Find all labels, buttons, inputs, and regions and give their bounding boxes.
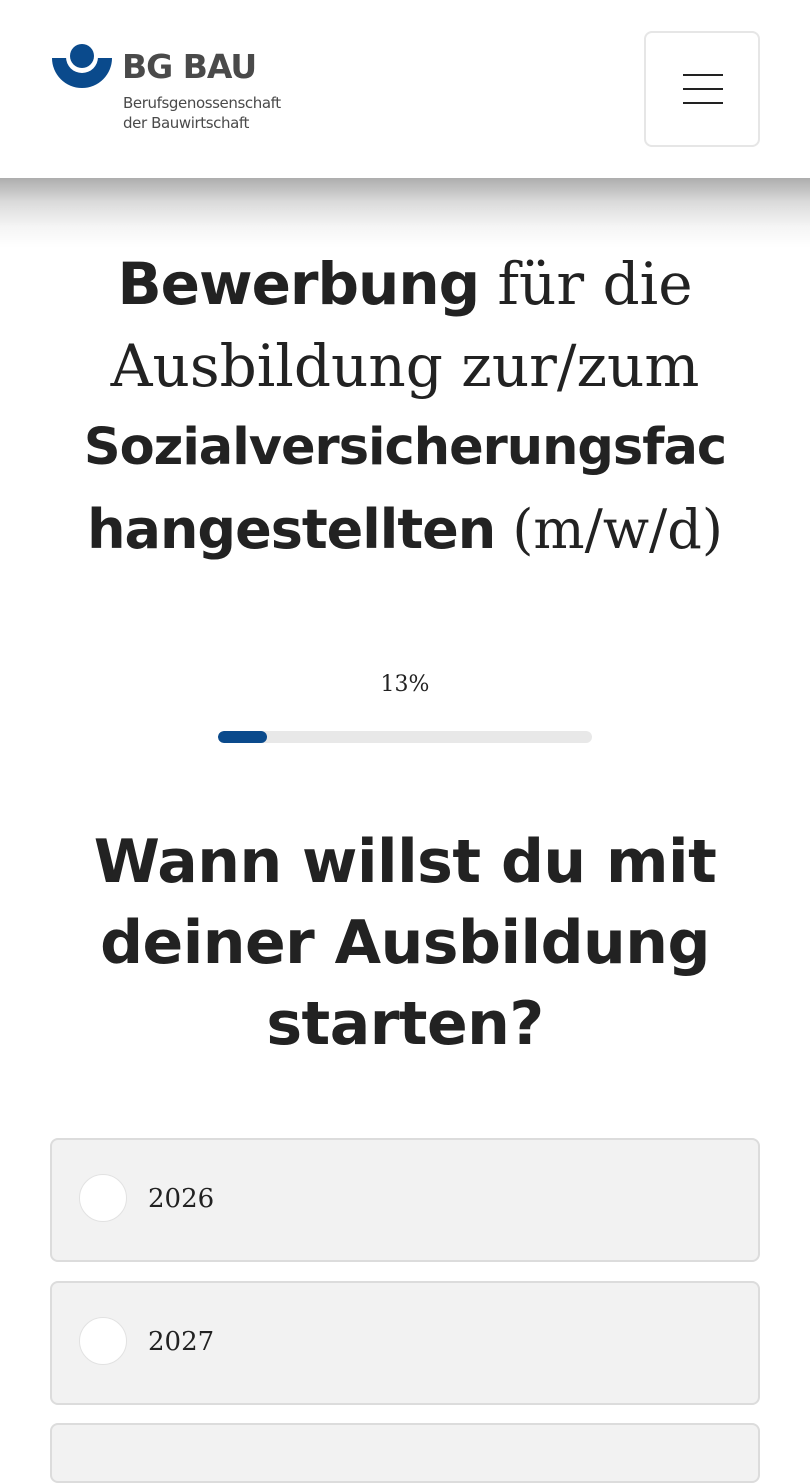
page-title: Bewerbung für die Ausbildung zur/zum Soz… bbox=[20, 243, 790, 571]
page-title-line4: hangestellten (m/w/d) bbox=[87, 498, 723, 561]
site-header: BG BAU Berufsgenossenschaft der Bauwirts… bbox=[0, 0, 810, 178]
option-2027[interactable]: 2027 bbox=[50, 1281, 760, 1405]
option-label: 2026 bbox=[148, 1184, 215, 1214]
page-title-line2: Ausbildung zur/zum bbox=[110, 332, 700, 400]
progress-bar bbox=[218, 731, 592, 743]
option-partial[interactable] bbox=[50, 1423, 760, 1483]
progress-percent-label: 13% bbox=[380, 672, 430, 697]
question-line2: deiner Ausbildung bbox=[100, 908, 710, 978]
header-shadow bbox=[0, 178, 810, 248]
page-title-line3: Sozialversicherungsfac bbox=[83, 418, 727, 477]
logo-title: BG BAU bbox=[122, 47, 257, 86]
bg-bau-logo[interactable]: BG BAU Berufsgenossenschaft der Bauwirts… bbox=[50, 44, 320, 140]
logo-subtitle-line1: Berufsgenossenschaft bbox=[123, 94, 281, 112]
option-2026[interactable]: 2026 bbox=[50, 1138, 760, 1262]
option-label: 2027 bbox=[148, 1327, 215, 1357]
progress-bar-fill bbox=[218, 731, 267, 743]
radio-button[interactable] bbox=[79, 1174, 127, 1222]
menu-button[interactable] bbox=[644, 31, 760, 147]
question-line3: starten? bbox=[266, 989, 544, 1059]
bg-bau-emblem-icon bbox=[52, 44, 112, 88]
logo-subtitle-line2: der Bauwirtschaft bbox=[123, 114, 250, 132]
radio-button[interactable] bbox=[79, 1317, 127, 1365]
page-title-line1: Bewerbung für die bbox=[117, 250, 693, 318]
question-line1: Wann willst du mit bbox=[93, 827, 717, 897]
question-heading: Wann willst du mit deiner Ausbildung sta… bbox=[60, 822, 750, 1065]
